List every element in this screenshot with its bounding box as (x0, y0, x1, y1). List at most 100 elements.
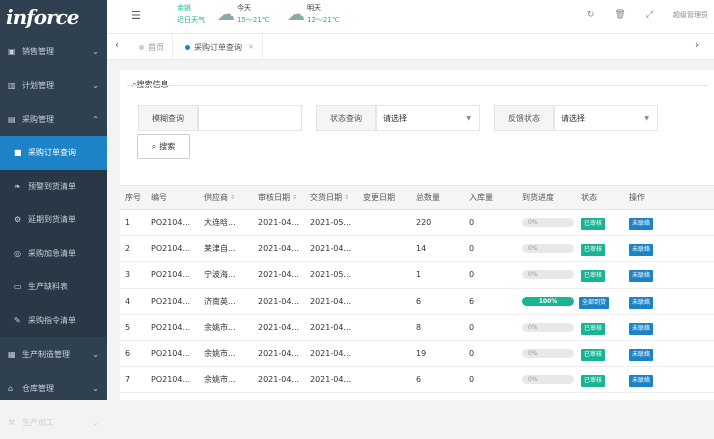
tab-purchase-order-query[interactable]: 采购订单查询 ✕ (177, 34, 263, 60)
chart-icon: ▥ (8, 80, 16, 90)
sidebar-group-manufacturing[interactable]: ▦ 生产制造管理 ⌄ (0, 337, 107, 371)
header-label: 到货进度 (522, 193, 554, 202)
sidebar-item-label: 采购指令清单 (28, 315, 76, 325)
user-menu[interactable]: 超级管理员 (673, 10, 708, 20)
header-col-audit-date[interactable]: 审核日期 ⇕ (258, 186, 297, 209)
sidebar-group-purchase[interactable]: ▤ 采购管理 ⌃ (0, 102, 107, 136)
search-button[interactable]: ⌕ 搜索 (137, 134, 190, 159)
sort-icon[interactable]: ⇕ (344, 194, 349, 201)
refresh-icon[interactable]: ↻ (587, 10, 595, 20)
sidebar-item-label: 采购订单查询 (28, 148, 76, 158)
sidebar-group-label: 计划管理 (22, 80, 54, 90)
header-label: 操作 (629, 193, 645, 202)
purchase-order-table: 序号 编号 供应商 ⇕ 审核日期 ⇕ 交货日期 ⇕ 变更日期 总数量 入库量 到货进度 状态 操作 1 PO… (120, 185, 714, 394)
status-badge: 已审核 (581, 218, 606, 230)
header-col-delivery-date[interactable]: 交货日期 ⇕ (310, 186, 349, 209)
search-button-label: 搜索 (159, 142, 176, 151)
cell-total: 14 (416, 244, 427, 254)
brand-logo[interactable]: inforce (0, 0, 107, 34)
sidebar-group-processing[interactable]: ⚒ 生产加工 ⌄ (0, 405, 107, 439)
cell-total: 6 (416, 296, 422, 306)
header-col-arrival-progress: 到货进度 (522, 186, 554, 209)
header-col-no: 序号 (125, 186, 141, 209)
sidebar-item-label: 生产缺料表 (28, 282, 68, 292)
header-col-supplier[interactable]: 供应商 ⇕ (204, 186, 235, 209)
trash-icon[interactable]: 🗑 (614, 10, 625, 20)
sort-icon[interactable]: ⇕ (292, 194, 297, 201)
table-row[interactable]: 5 PO2104... 余姚市... 2021-04... 2021-04... 8 0 0%… (120, 315, 714, 341)
status-select-value: 请选择 (383, 113, 407, 123)
table-row[interactable]: 7 PO2104... 余姚市... 2021-04... 2021-04... 6 0 0%… (120, 367, 714, 394)
chevron-down-icon: ⌄ (92, 80, 99, 90)
sidebar-item-label: 预警到货清单 (28, 181, 76, 191)
close-icon[interactable]: ✕ (248, 43, 254, 51)
feedback-status-select[interactable]: 请选择 ▼ (554, 105, 658, 131)
arrival-progress-bar: 0% (522, 375, 574, 385)
table-row[interactable]: 1 PO2104... 大连晗... 2021-04... 2021-05... 220 0… (120, 210, 714, 237)
contact-action-button[interactable]: 未联络 (629, 375, 654, 388)
sidebar-item-warning-arrival[interactable]: ❧ 预警到货清单 (0, 170, 107, 204)
header-label: 审核日期 (258, 193, 290, 202)
search-icon: ⌕ (151, 141, 157, 151)
gear-icon: ⚙ (14, 215, 22, 225)
sidebar-item-purchase-order-query[interactable]: ■ 采购订单查询 (0, 136, 107, 170)
header-col-received: 入库量 (469, 186, 493, 209)
status-badge: 已审核 (581, 322, 606, 335)
sort-icon[interactable]: ⇕ (230, 194, 235, 201)
chevron-up-icon: ⌃ (92, 114, 99, 124)
cell-audit-date: 2021-04... (258, 322, 300, 332)
weather-caption: 近日天气 (177, 16, 205, 24)
sidebar-group-plan[interactable]: ▥ 计划管理 ⌄ (0, 68, 107, 102)
contact-action-button[interactable]: 未联络 (629, 244, 654, 257)
caret-down-icon: ▼ (644, 115, 649, 122)
cell-received: 0 (469, 375, 475, 385)
contact-action-button[interactable]: 未联络 (629, 218, 654, 230)
cell-delivery-date: 2021-04... (310, 244, 352, 254)
fullscreen-icon[interactable]: ⤢ (646, 10, 653, 20)
cell-total: 19 (416, 349, 427, 359)
contact-action-button[interactable]: 未联络 (629, 296, 654, 309)
header-col-total: 总数量 (416, 186, 440, 209)
sidebar-item-label: 延期到货清单 (28, 215, 76, 225)
sidebar-item-label: 采购加急清单 (28, 248, 76, 258)
weather-city: 余姚 (177, 4, 191, 12)
cell-audit-date: 2021-04... (258, 349, 300, 359)
fuzzy-query-input[interactable] (198, 105, 302, 131)
tab-dot (139, 44, 144, 50)
header-label: 总数量 (416, 193, 440, 202)
tabs-scroll-right-icon[interactable]: › (695, 40, 699, 51)
cell-no: 7 (125, 375, 131, 385)
table-row[interactable]: 2 PO2104... 莱津自... 2021-04... 2021-04... 14 0 0… (120, 236, 714, 263)
cell-no: 4 (125, 296, 131, 306)
tab-home[interactable]: 首页 (131, 34, 173, 60)
file-icon: ▭ (14, 282, 22, 292)
tab-dot (185, 44, 190, 50)
weather-location: 余姚 近日天气 (177, 2, 205, 26)
header-label: 变更日期 (363, 193, 395, 202)
cell-no: 6 (125, 349, 131, 359)
sidebar-group-label: 生产加工 (22, 417, 54, 427)
sidebar-group-sales[interactable]: ▣ 销售管理 ⌄ (0, 34, 107, 68)
cell-delivery-date: 2021-04... (310, 375, 352, 385)
contact-action-button[interactable]: 未联络 (629, 348, 654, 361)
header-label: 供应商 (204, 193, 228, 202)
contact-action-button[interactable]: 未联络 (629, 270, 654, 283)
arrival-progress-bar: 0% (522, 270, 574, 280)
table-row[interactable]: 3 PO2104... 宁波海... 2021-04... 2021-05... 1 0 0%… (120, 262, 714, 289)
pencil-icon: ✎ (14, 315, 21, 325)
table-row[interactable]: 4 PO2104... 济南英... 2021-04... 2021-04... 6 6 10… (120, 289, 714, 315)
sidebar-item-material-shortage[interactable]: ▭ 生产缺料表 (0, 270, 107, 304)
cell-code: PO2104... (151, 349, 191, 359)
cell-supplier: 余姚市... (204, 349, 236, 359)
sidebar-item-urgent-purchase[interactable]: ◎ 采购加急清单 (0, 237, 107, 271)
table-row[interactable]: 6 PO2104... 余姚市... 2021-04... 2021-04... 19 0 0… (120, 341, 714, 368)
menu-toggle-icon[interactable]: ☰ (131, 9, 141, 22)
status-select[interactable]: 请选择 ▼ (376, 105, 480, 131)
contact-action-button[interactable]: 未联络 (629, 322, 654, 335)
cell-delivery-date: 2021-04... (310, 349, 352, 359)
fuzzy-query-label: 模糊查询 (138, 105, 198, 131)
sidebar-item-purchase-instructions[interactable]: ✎ 采购指令清单 (0, 304, 107, 338)
sidebar-item-delayed-arrival[interactable]: ⚙ 延期到货清单 (0, 203, 107, 237)
cell-audit-date: 2021-04... (258, 270, 300, 280)
tabs-scroll-left-icon[interactable]: ‹ (115, 40, 119, 51)
